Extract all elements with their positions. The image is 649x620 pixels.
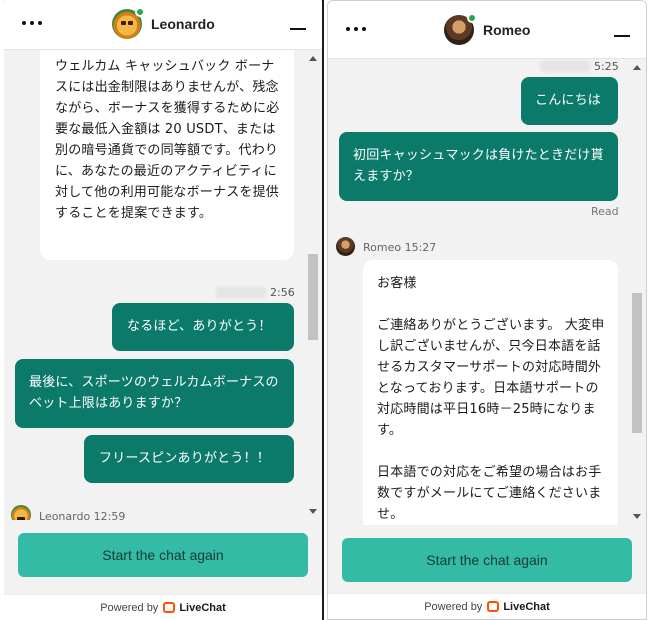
agent-name: Leonardo xyxy=(151,16,215,32)
powered-by-bar: Powered by LiveChat xyxy=(328,593,646,619)
scroll-down-arrow[interactable] xyxy=(309,509,317,514)
message-list[interactable]: ウェルカム キャッシュバック ボーナスには出金制限はありませんが、残念ながら、ボ… xyxy=(4,50,322,520)
powered-by-label: Powered by xyxy=(100,601,159,614)
scroll-thumb[interactable] xyxy=(632,293,642,433)
scroll-down-arrow[interactable] xyxy=(633,514,641,519)
user-message: こんにちは xyxy=(521,77,618,125)
scroll-thumb[interactable] xyxy=(308,254,318,340)
agent-message-meta: Leonardo 12:59 xyxy=(39,510,126,520)
scrollbar[interactable] xyxy=(632,65,644,519)
redacted-name xyxy=(216,287,266,298)
start-chat-again-button[interactable]: Start the chat again xyxy=(18,533,308,577)
livechat-logo-icon xyxy=(487,601,500,612)
chat-header: Romeo xyxy=(328,1,646,59)
chat-widget-romeo: Romeo 5:25 こんにちは 初回キャッシュマックは負けたときだけ貰えますか… xyxy=(327,0,647,620)
user-message: 初回キャッシュマックは負けたときだけ貰えますか？ xyxy=(339,132,618,201)
user-message: なるほど、ありがとう！ xyxy=(112,303,294,351)
chat-header: Leonardo xyxy=(4,0,322,50)
agent-avatar-small xyxy=(11,505,31,520)
online-status-dot xyxy=(135,7,145,17)
user-message: フリースピンありがとう！！ xyxy=(84,435,294,483)
scroll-up-arrow[interactable] xyxy=(633,65,641,70)
minimize-icon[interactable] xyxy=(614,35,630,37)
menu-dots-icon[interactable] xyxy=(346,18,370,38)
menu-dots-icon[interactable] xyxy=(22,12,46,32)
redacted-name xyxy=(540,61,590,72)
agent-name: Romeo xyxy=(483,22,531,38)
chat-footer: Start the chat again Powered by LiveChat xyxy=(4,520,322,620)
agent-message: お客様 ご連絡ありがとうございます。 大変申し訳ございませんが、只今日本語を話せ… xyxy=(363,260,618,525)
agent-info: Romeo xyxy=(444,13,530,47)
agent-avatar xyxy=(112,7,145,39)
agent-message-meta: Romeo 15:27 xyxy=(363,241,437,254)
online-status-dot xyxy=(467,13,477,23)
start-chat-again-button[interactable]: Start the chat again xyxy=(342,538,632,582)
agent-info: Leonardo xyxy=(112,7,215,41)
message-time: 5:25 xyxy=(594,60,619,73)
powered-by-label: Powered by xyxy=(424,600,483,613)
user-message: 最後に、スポーツのウェルカムボーナスのベット上限はありますか？ xyxy=(15,359,294,428)
scroll-up-arrow[interactable] xyxy=(309,56,317,61)
livechat-brand[interactable]: LiveChat xyxy=(179,602,225,614)
message-list[interactable]: 5:25 こんにちは 初回キャッシュマックは負けたときだけ貰えますか？ Read… xyxy=(328,59,646,525)
minimize-icon[interactable] xyxy=(290,28,306,30)
livechat-brand[interactable]: LiveChat xyxy=(503,601,549,613)
powered-by-bar: Powered by LiveChat xyxy=(4,594,322,620)
message-time: 2:56 xyxy=(270,286,295,299)
chat-widget-leonardo: Leonardo ウェルカム キャッシュバック ボーナスには出金制限はありません… xyxy=(4,0,324,620)
scrollbar[interactable] xyxy=(308,56,320,514)
agent-avatar-small xyxy=(336,237,355,256)
chat-footer: Start the chat again Powered by LiveChat xyxy=(328,523,646,619)
read-receipt: Read xyxy=(591,205,619,218)
agent-avatar xyxy=(444,13,477,45)
agent-message: ウェルカム キャッシュバック ボーナスには出金制限はありませんが、残念ながら、ボ… xyxy=(40,50,294,260)
livechat-logo-icon xyxy=(163,602,176,613)
